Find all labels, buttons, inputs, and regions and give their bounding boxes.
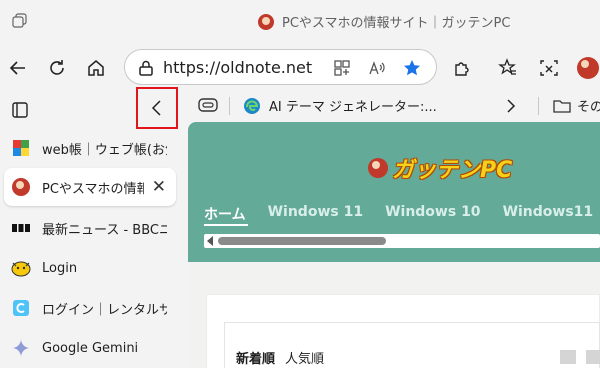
divider	[229, 97, 230, 115]
scroll-left-icon[interactable]	[207, 236, 213, 246]
nav-horizontal-scrollbar[interactable]	[204, 234, 600, 248]
tab-newest[interactable]: 新着順	[236, 348, 275, 367]
refresh-icon	[50, 60, 64, 75]
gemini-sparkle-icon	[11, 338, 31, 358]
sidebar-item-label: Google Gemini	[42, 340, 139, 356]
logo-text: ガッテンPC	[392, 158, 513, 183]
read-aloud-icon[interactable]	[368, 59, 386, 77]
profile-button[interactable]	[574, 54, 600, 82]
puzzle-icon	[455, 62, 469, 76]
grid-view-icon[interactable]	[586, 350, 600, 364]
refresh-button[interactable]	[43, 54, 71, 82]
favorite-star-icon[interactable]	[403, 59, 421, 77]
login-favicon-icon	[11, 258, 31, 278]
collapse-sidebar-button[interactable]	[136, 87, 178, 129]
home-icon	[88, 60, 104, 76]
sidebar-item-login[interactable]: Login	[0, 248, 188, 288]
sidebar-item-gattenpc[interactable]: PCやスマホの情報サ ✕	[4, 168, 176, 206]
sidebar-item-label: web帳｜ウェブ帳(お気	[42, 142, 167, 158]
webcho-favicon-icon	[11, 138, 31, 158]
screenshot-icon	[540, 60, 558, 76]
chevron-right-icon[interactable]	[506, 99, 516, 113]
edge-icon	[244, 97, 260, 114]
sidebar-item-webcho[interactable]: web帳｜ウェブ帳(お気	[0, 128, 188, 168]
avatar	[577, 57, 599, 79]
rental-server-favicon-icon	[11, 298, 31, 318]
back-arrow-icon	[9, 61, 25, 75]
apps-icon[interactable]	[333, 59, 351, 77]
nav-active-underline	[204, 224, 248, 226]
lock-icon[interactable]	[137, 59, 155, 77]
logo-mascot-icon	[368, 158, 388, 178]
sidebar-item-label: PCやスマホの情報サ	[42, 181, 144, 197]
nav-home[interactable]: ホーム	[204, 204, 246, 224]
window-title: PCやスマホの情報サイト｜ガッテンPC	[258, 12, 510, 31]
close-tab-icon[interactable]: ✕	[152, 177, 166, 197]
address-bar[interactable]: https://oldnote.net	[124, 49, 437, 85]
favorites-bar: AI テーマ ジェネレーター:... その	[188, 94, 600, 118]
home-button[interactable]	[82, 54, 110, 82]
web-content: ガッテンPC ホーム Windows 11 Windows 10 Windows…	[188, 122, 600, 368]
site-logo[interactable]: ガッテンPC	[368, 152, 512, 184]
vertical-tabs-sidebar: web帳｜ウェブ帳(お気 PCやスマホの情報サ ✕ 最新ニュース - BBCニュ…	[0, 94, 188, 368]
tab-groups-icon[interactable]	[198, 98, 218, 112]
site-favicon-icon	[258, 13, 274, 30]
title-bar: PCやスマホの情報サイト｜ガッテンPC	[0, 0, 600, 42]
site-nav: ホーム Windows 11 Windows 10 Windows11	[204, 204, 593, 224]
nav-windows10[interactable]: Windows 10	[385, 204, 480, 224]
sidebar-item-label: 最新ニュース - BBCニュー	[42, 222, 167, 238]
favorites-button[interactable]	[494, 54, 522, 82]
sidebar-item-gemini[interactable]: Google Gemini	[0, 328, 188, 368]
sort-tabs: 新着順 人気順	[236, 348, 324, 367]
favorite-label: その	[577, 100, 600, 115]
url-text[interactable]: https://oldnote.net	[163, 58, 312, 77]
tab-actions-icon[interactable]	[11, 101, 29, 119]
scroll-thumb[interactable]	[218, 237, 386, 245]
tab-popular[interactable]: 人気順	[285, 348, 324, 367]
folder-icon	[553, 99, 571, 113]
favorite-folder[interactable]: その	[553, 96, 600, 115]
sidebar-item-bbc[interactable]: 最新ニュース - BBCニュー	[0, 208, 188, 248]
nav-windows11-more[interactable]: Windows11	[503, 204, 594, 224]
view-toggle	[560, 350, 600, 364]
favorite-label: AI テーマ ジェネレーター:...	[269, 100, 437, 115]
extensions-button[interactable]	[448, 54, 476, 82]
gattenpc-favicon-icon	[11, 177, 31, 197]
screenshot-button[interactable]	[535, 54, 563, 82]
chevron-left-icon	[151, 100, 161, 116]
sidebar-item-label: Login	[42, 260, 78, 276]
workspaces-icon[interactable]	[12, 13, 28, 29]
favorites-star-icon	[498, 58, 516, 75]
sidebar-item-rental-server[interactable]: ログイン｜レンタルサーバ	[0, 288, 188, 328]
favorite-ai-theme[interactable]: AI テーマ ジェネレーター:...	[243, 96, 437, 115]
sidebar-item-label: ログイン｜レンタルサーバ	[42, 302, 167, 318]
nav-windows11[interactable]: Windows 11	[268, 204, 363, 224]
window-title-text: PCやスマホの情報サイト｜ガッテンPC	[282, 16, 511, 31]
divider	[538, 97, 539, 115]
bbc-favicon-icon	[11, 218, 31, 238]
back-button[interactable]	[4, 54, 32, 82]
list-view-icon[interactable]	[560, 350, 576, 364]
site-header: ガッテンPC ホーム Windows 11 Windows 10 Windows…	[188, 122, 600, 262]
